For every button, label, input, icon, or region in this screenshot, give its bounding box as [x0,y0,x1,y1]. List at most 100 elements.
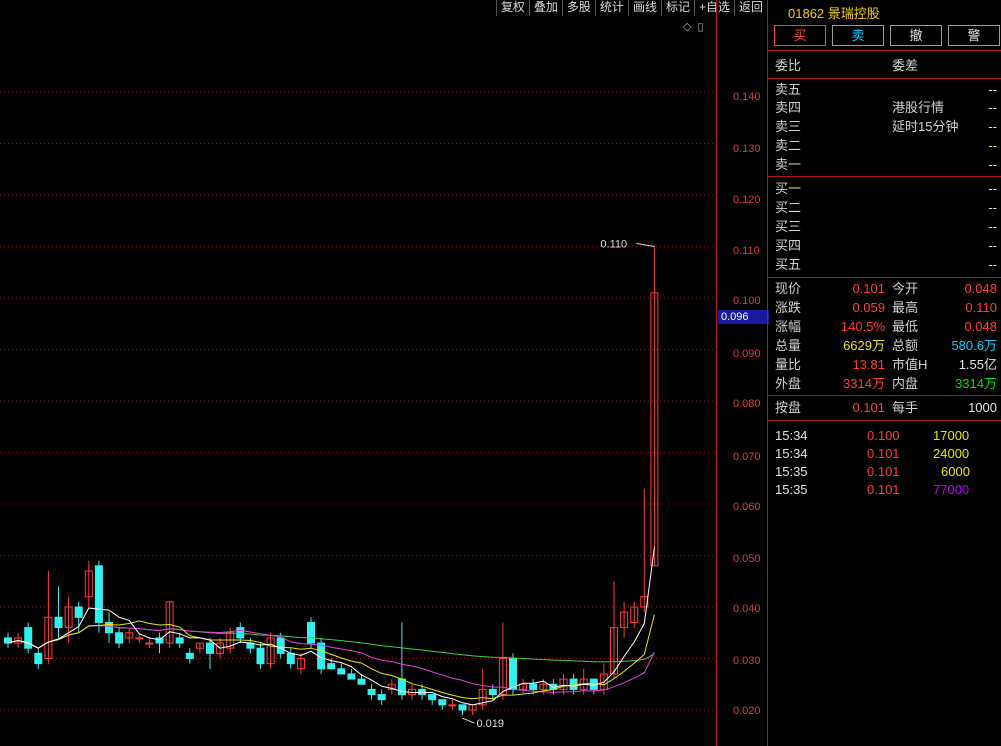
divider [768,277,1001,278]
quote-label: 今开 [892,281,919,296]
quote-label: 每手 [892,400,919,415]
candle-body [115,632,124,644]
sell-button[interactable]: 卖 [832,25,884,46]
ask-row: 卖五 -- [775,80,997,99]
candle-body [377,694,386,701]
delay-note: 延时15分钟 [892,119,959,134]
quote-label: 总额 [892,338,919,353]
candle-body [367,688,376,696]
candle-body [307,621,315,644]
quote-label: 最高 [892,300,919,315]
bid-value: -- [988,257,997,272]
alert-button[interactable]: 警 [948,25,1000,46]
axis-label: 0.020 [733,705,761,717]
axis-label: 0.090 [733,348,761,360]
quote-value: 580.6万 [951,338,997,353]
ma60-line [7,624,655,663]
axis-label: 0.110 [733,245,760,257]
bid-label: 买二 [775,200,802,215]
quote-panel: 01862 景瑞控股 买 卖 撤 警 委比 委差 卖五 -- 卖四 港股行情 -… [767,0,1001,746]
panel-toggle-icon[interactable]: ▯ [697,20,703,33]
quote-value: 1000 [968,400,997,415]
tick-price: 0.101 [867,464,900,479]
quote-value: 0.110 [965,300,997,315]
ask-label: 卖四 [775,100,802,115]
candle-body [94,565,103,623]
bid-row: 买四 -- [775,236,997,255]
toolbar-draw-line-button[interactable]: 画线 [627,0,661,16]
bid-label: 买四 [775,238,802,253]
buy-button[interactable]: 买 [774,25,826,46]
quote-label: 内盘 [892,376,919,391]
axis-label: 0.030 [733,655,761,667]
candle-body [54,616,63,629]
bid-value: -- [988,219,997,234]
auction-row: 按盘 0.101 每手 1000 [775,398,997,417]
candle-body [34,652,43,665]
order-diff-label: 委差 [892,58,919,73]
quote-label: 量比 [775,357,802,372]
quote-label: 市值H [892,357,928,372]
diamond-icon[interactable]: ◇ [683,20,691,33]
candle-body [327,663,336,670]
candle-body [347,673,356,680]
candle-body [448,704,457,707]
axis-label: 0.060 [733,501,761,513]
bid-label: 买三 [775,219,802,234]
divider [768,176,1001,177]
trade-buttons: 买 卖 撤 警 [774,25,1000,46]
ask-row: 卖四 港股行情 -- [775,98,997,117]
tick-row: 15:35 0.101 77000 [775,481,997,499]
tick-price: 0.101 [867,482,900,497]
candle-body [206,642,214,654]
bid-row: 买三 -- [775,217,997,236]
toolbar-stats-button[interactable]: 统计 [594,0,628,16]
cancel-order-button[interactable]: 撤 [890,25,942,46]
tick-price: 0.100 [867,428,900,443]
kline-svg[interactable]: 0.110 0.019 [0,0,716,746]
toolbar-fuquan-button[interactable]: 复权 [495,0,529,16]
ask-row: 卖一 -- [775,155,997,174]
toolbar-multi-stock-button[interactable]: 多股 [561,0,595,16]
kline-chart[interactable]: 0.110 0.019 ◇ ▯ [0,0,716,746]
bid-label: 买五 [775,257,802,272]
axis-label: 0.100 [733,295,761,307]
quote-value: 0.101 [852,281,885,296]
divider [768,50,1001,51]
quote-label: 按盘 [775,400,802,415]
quote-value: 0.048 [964,319,997,334]
tick-volume: 17000 [933,428,970,443]
chart-icons: ◇ ▯ [683,20,704,33]
candle-body [286,652,295,665]
quote-row: 涨跌 0.059 最高 0.110 [775,298,997,317]
candle-body [458,704,467,711]
bid-label: 买一 [775,181,802,196]
candle-body [24,627,33,649]
quote-label: 现价 [775,281,802,296]
toolbar-mark-button[interactable]: 标记 [660,0,694,16]
tick-volume: 6000 [941,464,970,479]
toolbar-overlay-button[interactable]: 叠加 [528,0,562,16]
candle-body [105,621,113,634]
bid-value: -- [988,200,997,215]
axis-label: 0.070 [733,451,761,463]
tick-time: 15:34 [775,446,808,461]
tick-row: 15:34 0.101 24000 [775,445,997,463]
quote-value: 140.5% [840,319,885,334]
candle-body [185,652,194,659]
divider [768,420,1001,421]
quote-value: 1.55亿 [958,357,997,372]
quote-row: 涨幅 140.5% 最低 0.048 [775,317,997,336]
quote-value: 3314万 [955,376,997,391]
tick-time: 15:35 [775,482,808,497]
quote-value: 0.101 [852,400,885,415]
low-annotation-arrow [462,717,475,724]
ask-value: -- [988,100,997,115]
candle-body [438,699,447,706]
quote-row: 现价 0.101 今开 0.048 [775,279,997,298]
high-annotation: 0.110 [600,239,627,251]
candle-body [276,637,285,654]
candle-body [175,637,184,644]
quote-value: 0.048 [964,281,997,296]
quote-row: 总量 6629万 总额 580.6万 [775,336,997,355]
